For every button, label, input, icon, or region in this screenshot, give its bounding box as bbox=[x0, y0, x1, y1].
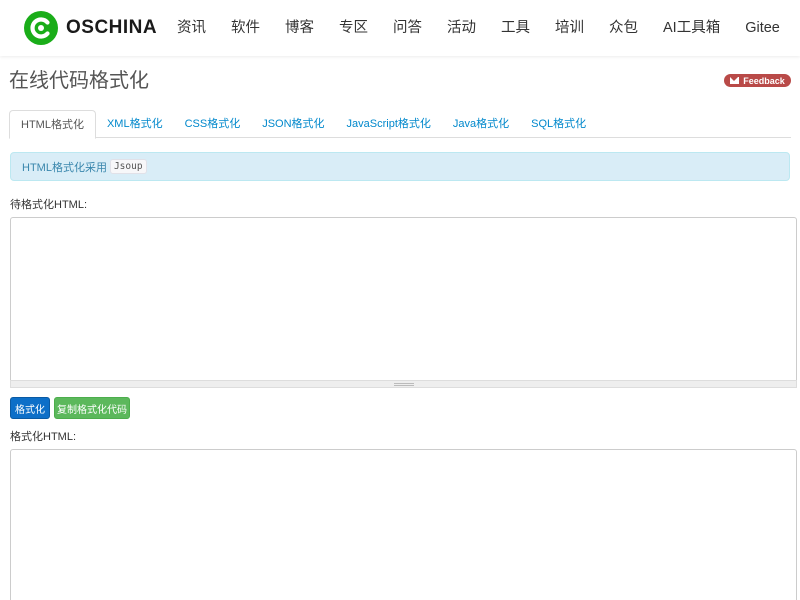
resize-handle[interactable] bbox=[10, 380, 797, 388]
tab-java[interactable]: Java格式化 bbox=[442, 110, 520, 138]
format-button[interactable]: 格式化 bbox=[10, 397, 50, 419]
brand-name: OSCHINA bbox=[66, 17, 158, 38]
formatter-tabs: HTML格式化 XML格式化 CSS格式化 JSON格式化 JavaScript… bbox=[9, 110, 791, 139]
tab-html[interactable]: HTML格式化 bbox=[9, 110, 96, 139]
nav-item-tools[interactable]: 工具 bbox=[501, 0, 530, 56]
html-output-textarea[interactable] bbox=[10, 449, 797, 600]
alert-code: Jsoup bbox=[109, 159, 147, 174]
brand-logo[interactable]: OSCHINA bbox=[24, 11, 157, 45]
tab-css[interactable]: CSS格式化 bbox=[174, 110, 252, 138]
nav-item-news[interactable]: 资讯 bbox=[177, 0, 206, 56]
input-label: 待格式化HTML: bbox=[10, 199, 87, 211]
copy-formatted-button[interactable]: 复制格式化代码 bbox=[54, 397, 130, 419]
tab-json[interactable]: JSON格式化 bbox=[251, 110, 335, 138]
nav-item-qa[interactable]: 问答 bbox=[393, 0, 422, 56]
nav-item-zone[interactable]: 专区 bbox=[339, 0, 368, 56]
nav-item-crowdsourcing[interactable]: 众包 bbox=[609, 0, 638, 56]
tab-xml[interactable]: XML格式化 bbox=[96, 110, 174, 138]
feedback-label: Feedback bbox=[743, 75, 785, 86]
output-label: 格式化HTML: bbox=[10, 431, 76, 443]
grip-icon bbox=[394, 383, 414, 386]
html-input-textarea[interactable] bbox=[10, 217, 797, 381]
info-alert: HTML格式化采用 Jsoup bbox=[10, 152, 790, 181]
envelope-icon bbox=[730, 77, 740, 84]
tab-sql[interactable]: SQL格式化 bbox=[520, 110, 597, 138]
nav-item-ai-toolbox[interactable]: AI工具箱 bbox=[663, 0, 720, 56]
nav-item-blog[interactable]: 博客 bbox=[285, 0, 314, 56]
alert-text: HTML格式化采用 bbox=[22, 161, 107, 174]
main-nav: 资讯 软件 博客 专区 问答 活动 工具 培训 众包 AI工具箱 Gitee bbox=[165, 0, 800, 56]
nav-item-events[interactable]: 活动 bbox=[447, 0, 476, 56]
nav-item-gitee[interactable]: Gitee bbox=[745, 0, 780, 56]
oschina-logo-icon bbox=[24, 11, 58, 45]
top-navbar: OSCHINA 资讯 软件 博客 专区 问答 活动 工具 培训 众包 AI工具箱… bbox=[0, 0, 800, 56]
page-title: 在线代码格式化 bbox=[9, 70, 149, 92]
nav-item-software[interactable]: 软件 bbox=[231, 0, 260, 56]
tab-javascript[interactable]: JavaScript格式化 bbox=[336, 110, 442, 138]
feedback-button[interactable]: Feedback bbox=[724, 74, 791, 87]
nav-item-training[interactable]: 培训 bbox=[555, 0, 584, 56]
